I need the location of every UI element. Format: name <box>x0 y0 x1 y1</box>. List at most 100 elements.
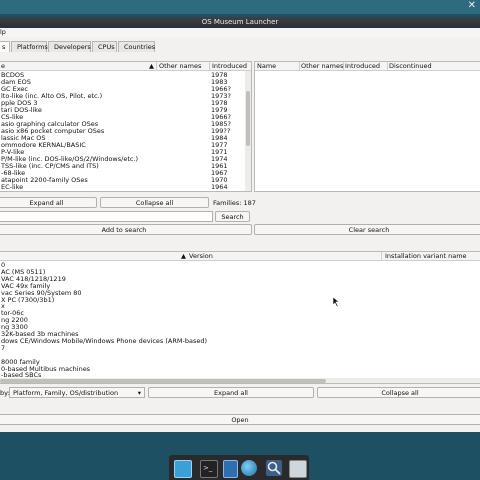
families-table[interactable]: e ▲ Other names Introduced BCDOS 1978 dam … <box>0 61 252 192</box>
results-tree[interactable]: ▲ Version Installation variant name 0 AC … <box>0 251 480 384</box>
family-name: dam EOS <box>1 79 31 86</box>
family-name: BCDOS <box>1 72 25 79</box>
column-header-installation-variant[interactable]: Installation variant name <box>381 252 480 261</box>
results-collapse-all-button[interactable]: Collapse all <box>317 387 480 398</box>
family-introduced: 1984 <box>211 135 228 142</box>
family-name: asio x86 pocket computer OSes <box>1 128 105 135</box>
family-introduced: 1985? <box>211 121 231 128</box>
family-introduced: 1978 <box>211 100 228 107</box>
family-introduced: 1979 <box>211 107 228 114</box>
family-introduced: 199?? <box>211 128 231 135</box>
show-desktop-icon[interactable] <box>174 460 192 478</box>
table-row[interactable]: P/M-like (inc. DOS-like/OS/2/Windows/etc… <box>0 156 251 163</box>
family-name: P/M-like (inc. DOS-like/OS/2/Windows/etc… <box>1 156 139 163</box>
family-name: asio graphing calculator OSes <box>1 121 99 128</box>
tab-cpus[interactable]: CPUs <box>92 41 117 52</box>
families-count: Families: 187 <box>213 199 256 207</box>
column-header-version[interactable]: Version <box>189 252 379 261</box>
sort-arrow-icon: ▲ <box>181 252 186 260</box>
close-icon[interactable]: ✕ <box>468 1 476 11</box>
search-button[interactable]: Search <box>215 211 250 222</box>
image-viewer-icon[interactable] <box>289 460 307 478</box>
family-name: atapoint 2200-family OSes <box>1 177 88 184</box>
family-name: P-V-like <box>1 149 25 156</box>
column-header-other-names[interactable]: Other names <box>156 62 211 71</box>
table-row[interactable]: asio x86 pocket computer OSes 199?? <box>0 128 251 135</box>
family-introduced: 1974 <box>211 156 228 163</box>
family-name: TSS-like (inc. CP/CMS and ITS) <box>1 163 99 170</box>
tab-developers[interactable]: Developers <box>48 41 91 52</box>
results-horizontal-scrollbar[interactable] <box>0 378 480 383</box>
family-introduced: 1964 <box>211 184 228 191</box>
file-manager-icon[interactable] <box>223 460 238 478</box>
family-introduced: 1983 <box>211 79 228 86</box>
family-introduced: 1971 <box>211 149 228 156</box>
table-row[interactable]: asio graphing calculator OSes 1985? <box>0 121 251 128</box>
window-title: OS Museum Launcher <box>0 17 480 28</box>
table-row[interactable]: CS-like 1966? <box>0 114 251 121</box>
table-row[interactable]: dam EOS 1983 <box>0 79 251 86</box>
family-name: pple DOS 3 <box>1 100 38 107</box>
web-browser-icon[interactable] <box>241 460 257 476</box>
family-introduced: 1966? <box>211 86 231 93</box>
table-row[interactable]: GC Exec 1966? <box>0 86 251 93</box>
family-name: ommodore KERNAL/BASIC <box>1 142 86 149</box>
dock: >_ <box>169 455 309 480</box>
table-row[interactable]: TSS-like (inc. CP/CMS and ITS) 1961 <box>0 163 251 170</box>
chevron-down-icon: ▾ <box>137 389 141 397</box>
search-input[interactable] <box>0 211 213 222</box>
collapse-all-button[interactable]: Collapse all <box>100 197 209 208</box>
column-header-introduced[interactable]: Introduced <box>209 62 250 71</box>
menu-help[interactable]: lp <box>0 28 6 36</box>
open-button[interactable]: Open <box>0 414 480 425</box>
table-row[interactable]: atapoint 2200-family OSes 1970 <box>0 177 251 184</box>
results-tree-header: ▲ Version Installation variant name <box>0 252 480 261</box>
table-row[interactable]: EC-like 1964 <box>0 184 251 191</box>
families-table-header: e ▲ Other names Introduced <box>0 62 251 71</box>
scrollbar-thumb[interactable] <box>246 91 250 146</box>
family-name: GC Exec <box>1 86 28 93</box>
table-row[interactable]: pple DOS 3 1978 <box>0 100 251 107</box>
family-introduced: 1961 <box>211 163 228 170</box>
table-row[interactable]: BCDOS 1978 <box>0 72 251 79</box>
family-name: lassic Mac OS <box>1 135 46 142</box>
column-header-name[interactable] <box>1 252 61 261</box>
column-header-name[interactable]: Name <box>257 62 297 71</box>
app-window: OS Museum Launcher lp s Platforms Develo… <box>0 17 480 432</box>
table-row[interactable]: ommodore KERNAL/BASIC 1977 <box>0 142 251 149</box>
table-row[interactable]: lto-like (inc. Alto OS, Pilot, etc.) 1973… <box>0 93 251 100</box>
family-name: EC-like <box>1 184 24 191</box>
group-by-select[interactable]: Platform, Family, OS/distribution ▾ <box>9 387 145 398</box>
search-criteria-table-header: Name Other names Introduced Discontinued <box>255 62 480 71</box>
add-to-search-button[interactable]: Add to search <box>0 224 252 235</box>
table-row[interactable]: lassic Mac OS 1984 <box>0 135 251 142</box>
column-header-introduced[interactable]: Introduced <box>343 62 388 71</box>
tab-families[interactable]: s <box>0 41 10 52</box>
family-name: tari DOS-like <box>1 107 42 114</box>
family-introduced: 1978 <box>211 72 228 79</box>
column-header-name[interactable]: e <box>1 62 141 71</box>
families-vertical-scrollbar[interactable] <box>245 71 251 191</box>
family-introduced: 1966? <box>211 114 231 121</box>
sort-arrow-icon: ▲ <box>149 62 154 70</box>
table-row[interactable]: -68-like 1967 <box>0 170 251 177</box>
column-header-other-names[interactable]: Other names <box>299 62 344 71</box>
family-name: -68-like <box>1 170 26 177</box>
results-expand-all-button[interactable]: Expand all <box>148 387 314 398</box>
tab-countries[interactable]: Countries <box>118 41 155 52</box>
family-introduced: 1977 <box>211 142 228 149</box>
family-introduced: 1967 <box>211 170 228 177</box>
table-row[interactable]: P-V-like 1971 <box>0 149 251 156</box>
clear-search-button[interactable]: Clear search <box>254 224 480 235</box>
column-header-discontinued[interactable]: Discontinued <box>387 62 469 71</box>
table-row[interactable]: tari DOS-like 1979 <box>0 107 251 114</box>
scrollbar-thumb[interactable] <box>0 379 326 383</box>
family-introduced: 1973? <box>211 93 231 100</box>
search-criteria-table[interactable]: Name Other names Introduced Discontinued <box>254 61 480 192</box>
search-icon[interactable] <box>266 460 282 476</box>
family-name: CS-like <box>1 114 24 121</box>
tab-platforms[interactable]: Platforms <box>11 41 48 52</box>
menubar: lp <box>0 28 480 37</box>
terminal-icon[interactable]: >_ <box>200 460 218 478</box>
expand-all-button[interactable]: Expand all <box>0 197 97 208</box>
